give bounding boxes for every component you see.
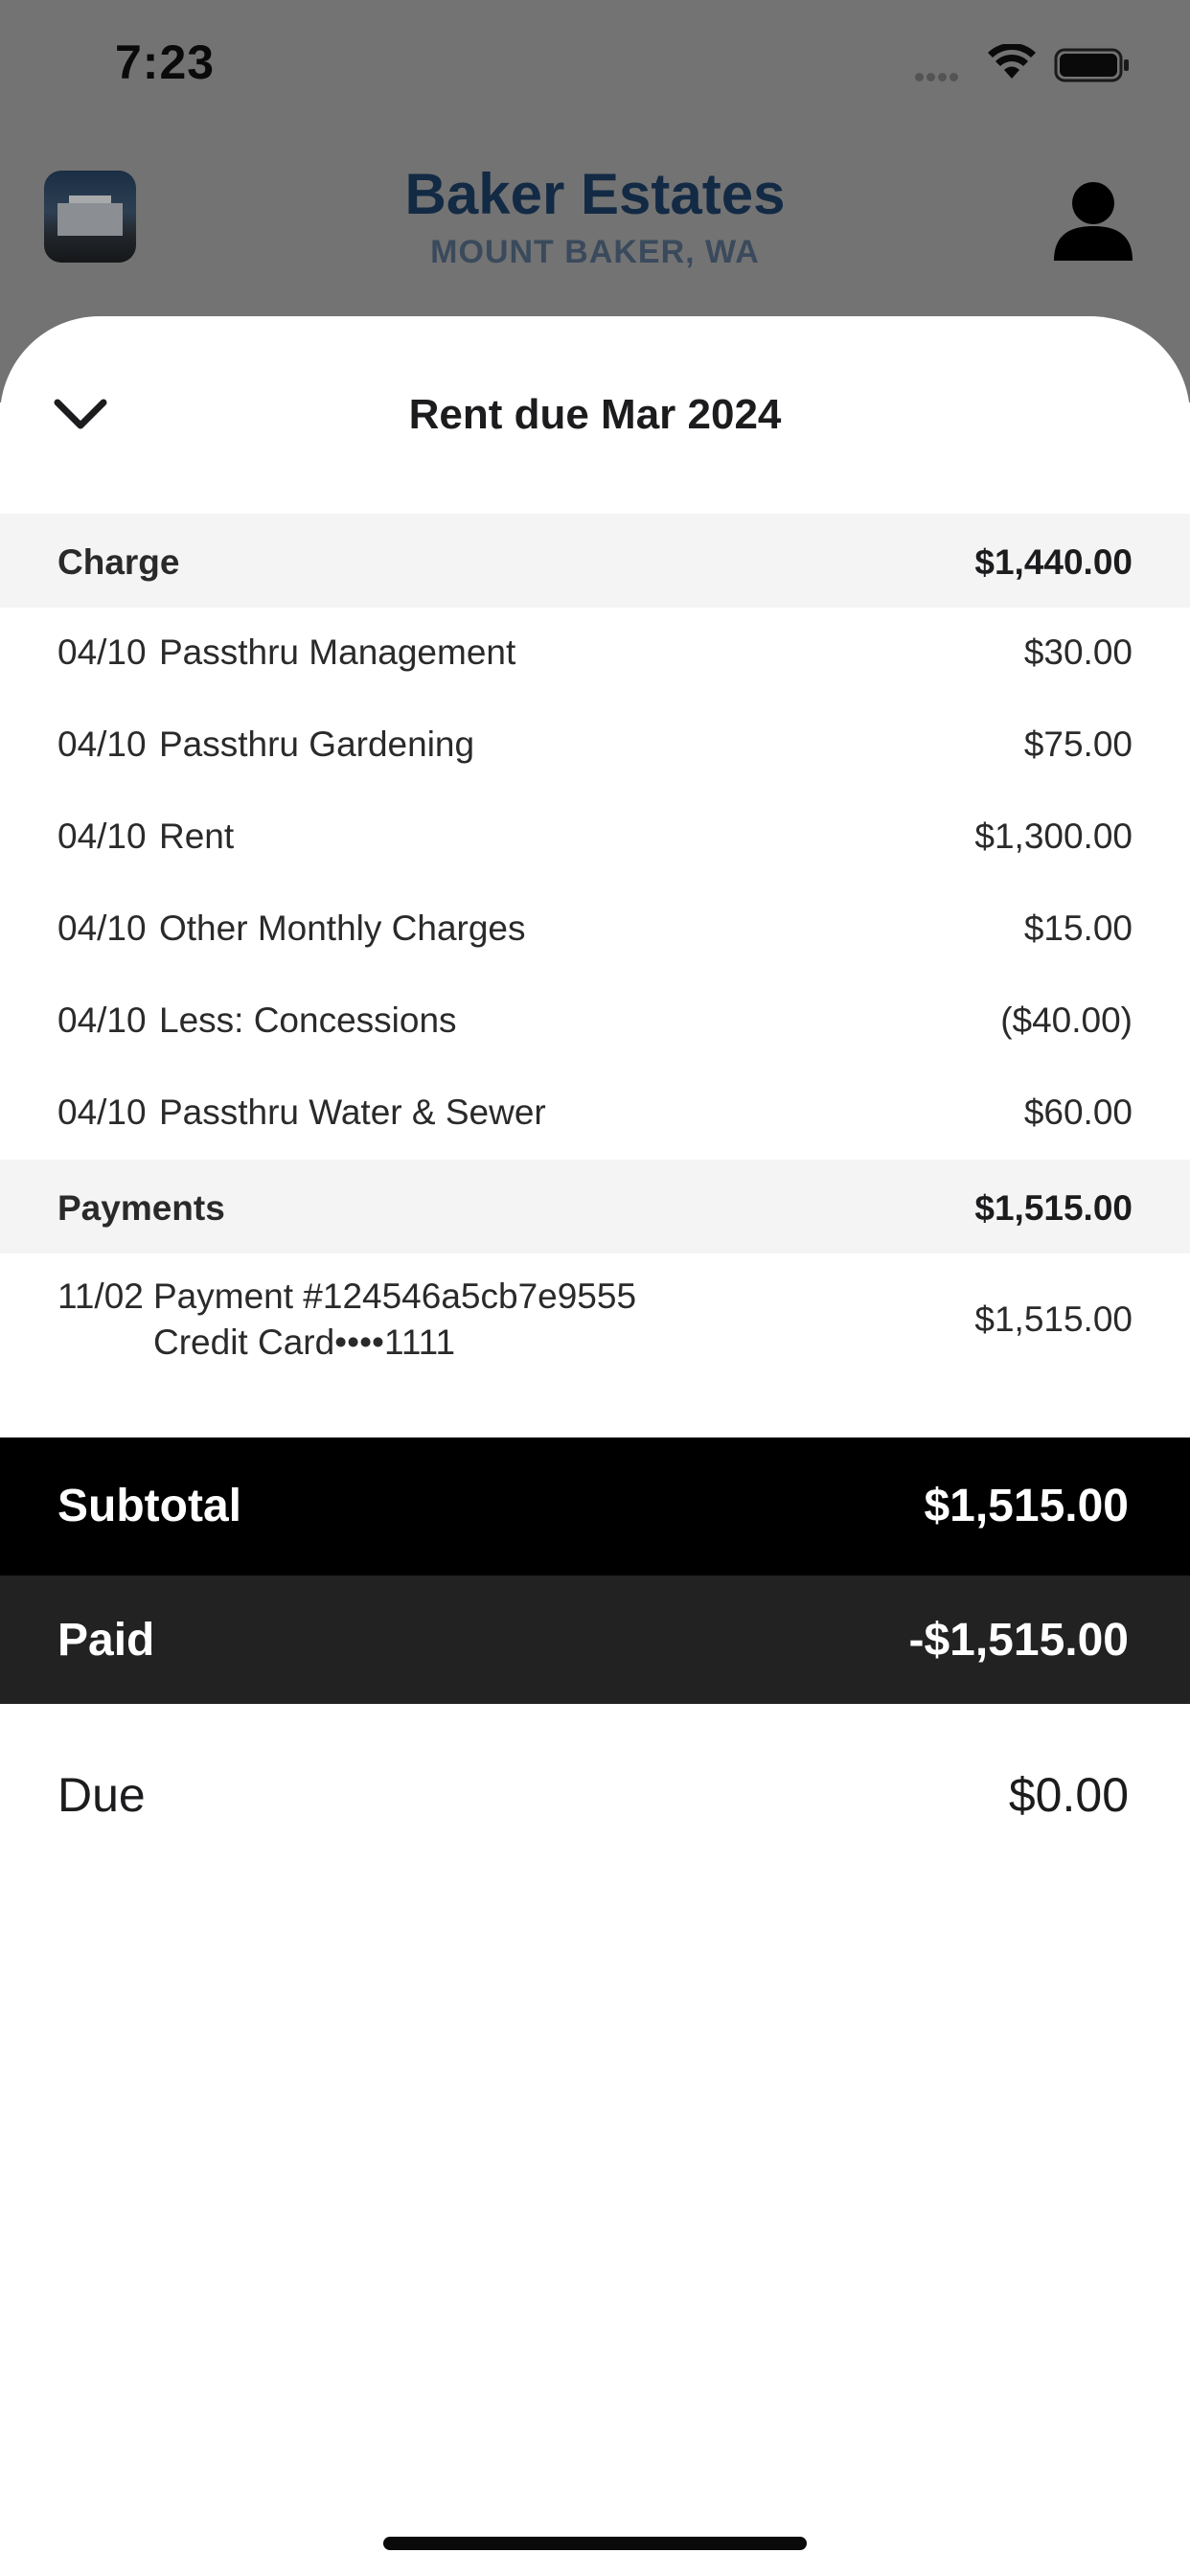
charge-amount: $15.00 [1023, 908, 1133, 948]
charge-row: 04/10 Less: Concessions ($40.00) [0, 976, 1190, 1068]
charge-amount: $30.00 [1023, 632, 1133, 672]
charges-section-header: Charge $1,440.00 [0, 514, 1190, 608]
payment-method: Credit Card••••1111 [153, 1322, 456, 1362]
charge-description: Rent [159, 816, 235, 856]
property-location: MOUNT BAKER, WA [430, 234, 760, 270]
property-name: Baker Estates [404, 162, 786, 226]
charges-total: $1,440.00 [974, 542, 1133, 582]
status-time: 7:23 [115, 35, 216, 89]
sheet-title: Rent due Mar 2024 [408, 391, 782, 438]
charge-row: 04/10 Other Monthly Charges $15.00 [0, 884, 1190, 976]
charge-description: Passthru Water & Sewer [159, 1092, 546, 1132]
charge-row: 04/10 Passthru Water & Sewer $60.00 [0, 1068, 1190, 1160]
charge-date: 04/10 [57, 632, 147, 672]
charge-date: 04/10 [57, 1000, 147, 1040]
paid-label: Paid [57, 1615, 155, 1666]
payment-description: Payment #124546a5cb7e9555 [153, 1276, 637, 1316]
paid-amount: -$1,515.00 [908, 1615, 1129, 1666]
status-bar: 7:23 [0, 0, 1190, 125]
payments-total: $1,515.00 [974, 1188, 1133, 1228]
charge-amount: $1,300.00 [974, 816, 1133, 856]
charge-date: 04/10 [57, 1092, 147, 1132]
due-amount: $0.00 [1008, 1768, 1129, 1822]
subtotal-label: Subtotal [57, 1481, 241, 1531]
home-indicator[interactable] [383, 2537, 807, 2550]
app-header: Baker Estates MOUNT BAKER, WA [0, 153, 1190, 288]
charge-amount: $75.00 [1023, 724, 1133, 764]
charges-label: Charge [57, 542, 180, 582]
payment-date: 11/02 [57, 1276, 144, 1316]
charge-row: 04/10 Rent $1,300.00 [0, 792, 1190, 884]
payment-row: 11/02 Payment #124546a5cb7e9555 Credit C… [0, 1254, 1190, 1397]
battery-icon [1054, 48, 1131, 87]
subtotal-bar: Subtotal $1,515.00 [0, 1438, 1190, 1576]
charge-date: 04/10 [57, 908, 147, 948]
due-label: Due [57, 1768, 146, 1822]
charge-row: 04/10 Passthru Management $30.00 [0, 608, 1190, 700]
charge-description: Passthru Management [159, 632, 516, 672]
charge-amount: ($40.00) [1000, 1000, 1133, 1040]
charge-date: 04/10 [57, 816, 147, 856]
charge-amount: $60.00 [1023, 1092, 1133, 1132]
charge-description: Other Monthly Charges [159, 908, 526, 948]
charge-date: 04/10 [57, 724, 147, 764]
payments-section-header: Payments $1,515.00 [0, 1160, 1190, 1254]
rent-detail-sheet: Rent due Mar 2024 Charge $1,440.00 04/10… [0, 316, 1190, 2576]
wifi-icon [987, 42, 1037, 85]
charge-description: Less: Concessions [159, 1000, 457, 1040]
charge-row: 04/10 Passthru Gardening $75.00 [0, 700, 1190, 792]
due-row: Due $0.00 [0, 1738, 1190, 1853]
charge-description: Passthru Gardening [159, 724, 475, 764]
subtotal-amount: $1,515.00 [924, 1481, 1129, 1531]
paid-bar: Paid -$1,515.00 [0, 1576, 1190, 1704]
cellular-signal-icon [915, 69, 961, 86]
profile-icon[interactable] [1052, 180, 1134, 265]
payment-amount: $1,515.00 [974, 1300, 1133, 1339]
payments-label: Payments [57, 1188, 225, 1228]
